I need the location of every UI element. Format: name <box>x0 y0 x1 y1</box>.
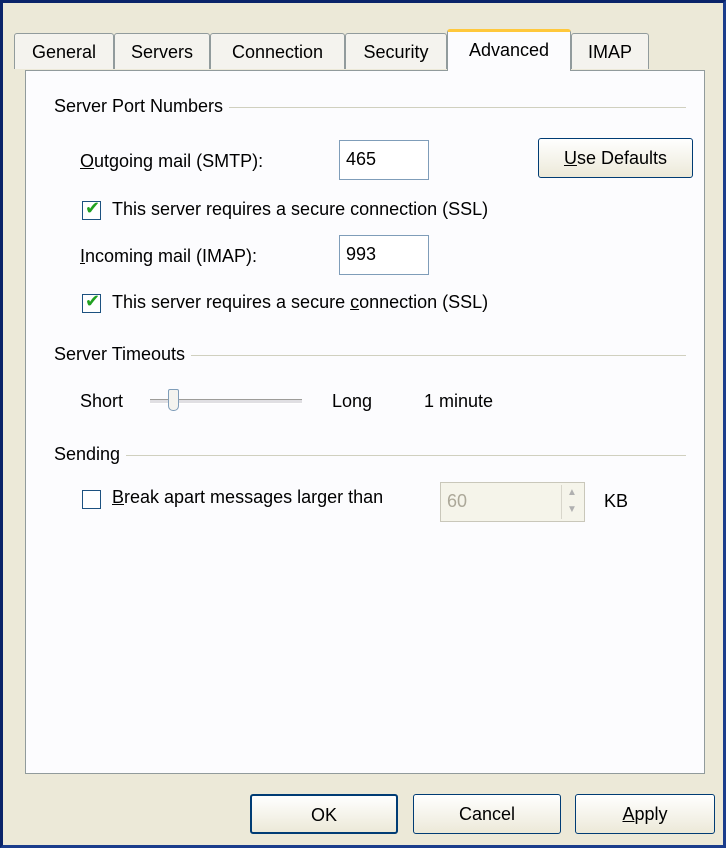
tab-imap[interactable]: IMAP <box>571 33 649 69</box>
apply-button[interactable]: Apply <box>575 794 715 834</box>
use-defaults-button[interactable]: Use Defaults <box>538 138 693 178</box>
outgoing-mnemonic: O <box>80 151 95 171</box>
group-title-sending: Sending <box>54 444 127 465</box>
ssl-incoming-text-pre: This server requires a secure <box>112 292 351 312</box>
break-apart-mnemonic: B <box>112 487 125 507</box>
slider-thumb-icon[interactable] <box>168 389 179 411</box>
tab-servers-label: Servers <box>130 42 193 62</box>
spin-down-icon[interactable]: ▼ <box>562 502 582 519</box>
incoming-mail-label: Incoming mail (IMAP): <box>80 246 257 267</box>
incoming-port-field[interactable]: 993 <box>339 235 429 275</box>
ssl-incoming-text-post: onnection (SSL) <box>359 292 489 312</box>
incoming-label-text: ncoming mail (IMAP): <box>85 246 258 266</box>
tab-imap-label: IMAP <box>587 42 632 62</box>
apply-text: pply <box>634 804 668 824</box>
ssl-incoming-mnemonic: c <box>350 292 360 312</box>
tab-servers[interactable]: Servers <box>114 33 210 69</box>
cancel-button[interactable]: Cancel <box>413 794 561 834</box>
tab-advanced[interactable]: Advanced <box>447 29 571 71</box>
ssl-incoming-label: This server requires a secure connection… <box>112 292 488 313</box>
outgoing-port-field[interactable]: 465 <box>339 140 429 180</box>
spin-up-icon[interactable]: ▲ <box>562 485 582 502</box>
tab-general[interactable]: General <box>14 33 114 69</box>
apply-mnemonic: A <box>622 804 635 824</box>
ssl-incoming-checkbox[interactable]: ✔ <box>82 291 101 313</box>
use-defaults-mnemonic: U <box>563 148 577 168</box>
timeout-short-label: Short <box>80 391 124 411</box>
tab-connection-label: Connection <box>231 42 324 62</box>
ssl-outgoing-checkbox[interactable]: ✔ <box>82 198 101 220</box>
kb-unit-label: KB <box>604 491 629 511</box>
checkmark-icon: ✔ <box>85 291 101 311</box>
message-size-spinner[interactable]: 60 ▲ ▼ <box>440 482 585 522</box>
message-size-value: 60 <box>447 491 468 511</box>
tab-general-label: General <box>31 42 97 62</box>
group-divider-sending <box>54 455 686 456</box>
dialog-window: General Servers Connection Security Adva… <box>0 0 726 848</box>
checkmark-icon: ✔ <box>85 198 101 218</box>
tab-connection[interactable]: Connection <box>210 33 345 69</box>
outgoing-mail-label: Outgoing mail (SMTP): <box>80 151 263 172</box>
use-defaults-text: se Defaults <box>576 148 668 168</box>
break-apart-checkbox[interactable] <box>82 490 101 509</box>
spin-buttons: ▲ ▼ <box>561 485 582 519</box>
break-apart-label: Break apart messages larger than <box>112 487 383 508</box>
break-apart-text: reak apart messages larger than <box>124 487 384 507</box>
tab-advanced-label: Advanced <box>468 40 550 60</box>
group-title-timeouts: Server Timeouts <box>54 344 192 365</box>
timeout-long-label: Long <box>332 391 373 411</box>
tab-security-label: Security <box>363 42 429 62</box>
tab-security[interactable]: Security <box>345 33 447 69</box>
group-title-ports: Server Port Numbers <box>54 96 230 117</box>
timeout-value: 1 minute <box>424 391 494 411</box>
advanced-panel: Server Port Numbers Outgoing mail (SMTP)… <box>25 70 705 774</box>
ssl-outgoing-label: This server requires a secure connection… <box>112 199 489 219</box>
ok-button[interactable]: OK <box>250 794 398 834</box>
outgoing-label-text: utgoing mail (SMTP): <box>94 151 264 171</box>
